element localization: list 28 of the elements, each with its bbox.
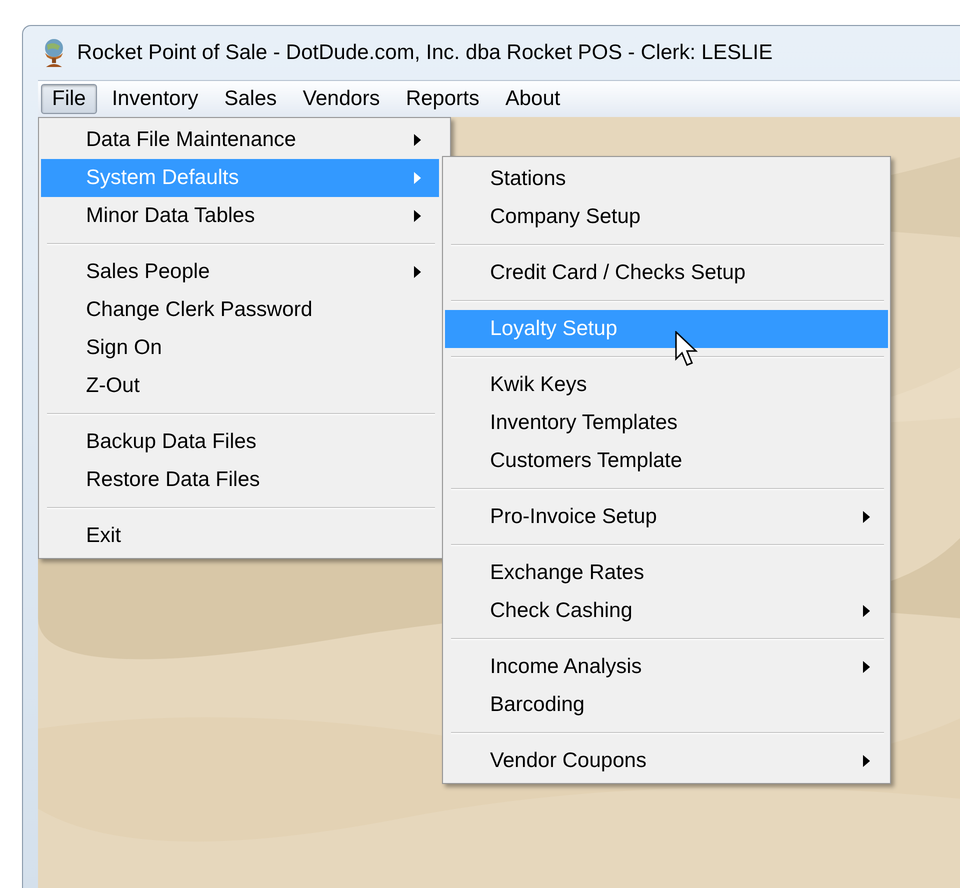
menu-bar-item[interactable]: About — [494, 84, 572, 114]
menu-item[interactable]: Z-Out — [41, 367, 439, 405]
menu-item[interactable]: Pro-Invoice Setup — [445, 498, 888, 536]
menu-item[interactable]: Customers Template — [445, 442, 888, 480]
menu-item[interactable]: Data File Maintenance — [41, 121, 439, 159]
menu-item[interactable]: Vendor Coupons — [445, 742, 888, 780]
menu-item[interactable]: Check Cashing — [445, 592, 888, 630]
menu-bar-item[interactable]: Vendors — [292, 84, 391, 114]
menu-bar-item[interactable]: File — [41, 84, 97, 114]
menu-item[interactable]: Credit Card / Checks Setup — [445, 254, 888, 292]
menu-item[interactable]: Restore Data Files — [41, 461, 439, 499]
menu-item[interactable]: Exit — [41, 517, 439, 555]
menu-bar-item[interactable]: Reports — [394, 84, 490, 114]
menu-item[interactable]: Change Clerk Password — [41, 291, 439, 329]
menu-item[interactable]: Kwik Keys — [445, 366, 888, 404]
menu-bar-item[interactable]: Sales — [213, 84, 288, 114]
menu-bar-item[interactable]: Inventory — [100, 84, 210, 114]
menu-item[interactable]: Exchange Rates — [445, 554, 888, 592]
menu-item[interactable]: Stations — [445, 160, 888, 198]
menu-item[interactable]: Minor Data Tables — [41, 197, 439, 235]
menu-item[interactable]: Backup Data Files — [41, 423, 439, 461]
menu-item[interactable]: Sign On — [41, 329, 439, 367]
menu-item[interactable]: Company Setup — [445, 198, 888, 236]
menu-item[interactable]: Sales People — [41, 253, 439, 291]
window-title: Rocket Point of Sale - DotDude.com, Inc. dba Rocket POS - Clerk: LESLIE — [77, 41, 773, 65]
menu-item[interactable]: Inventory Templates — [445, 404, 888, 442]
menu-item[interactable]: Income Analysis — [445, 648, 888, 686]
menu-item[interactable]: Barcoding — [445, 686, 888, 724]
